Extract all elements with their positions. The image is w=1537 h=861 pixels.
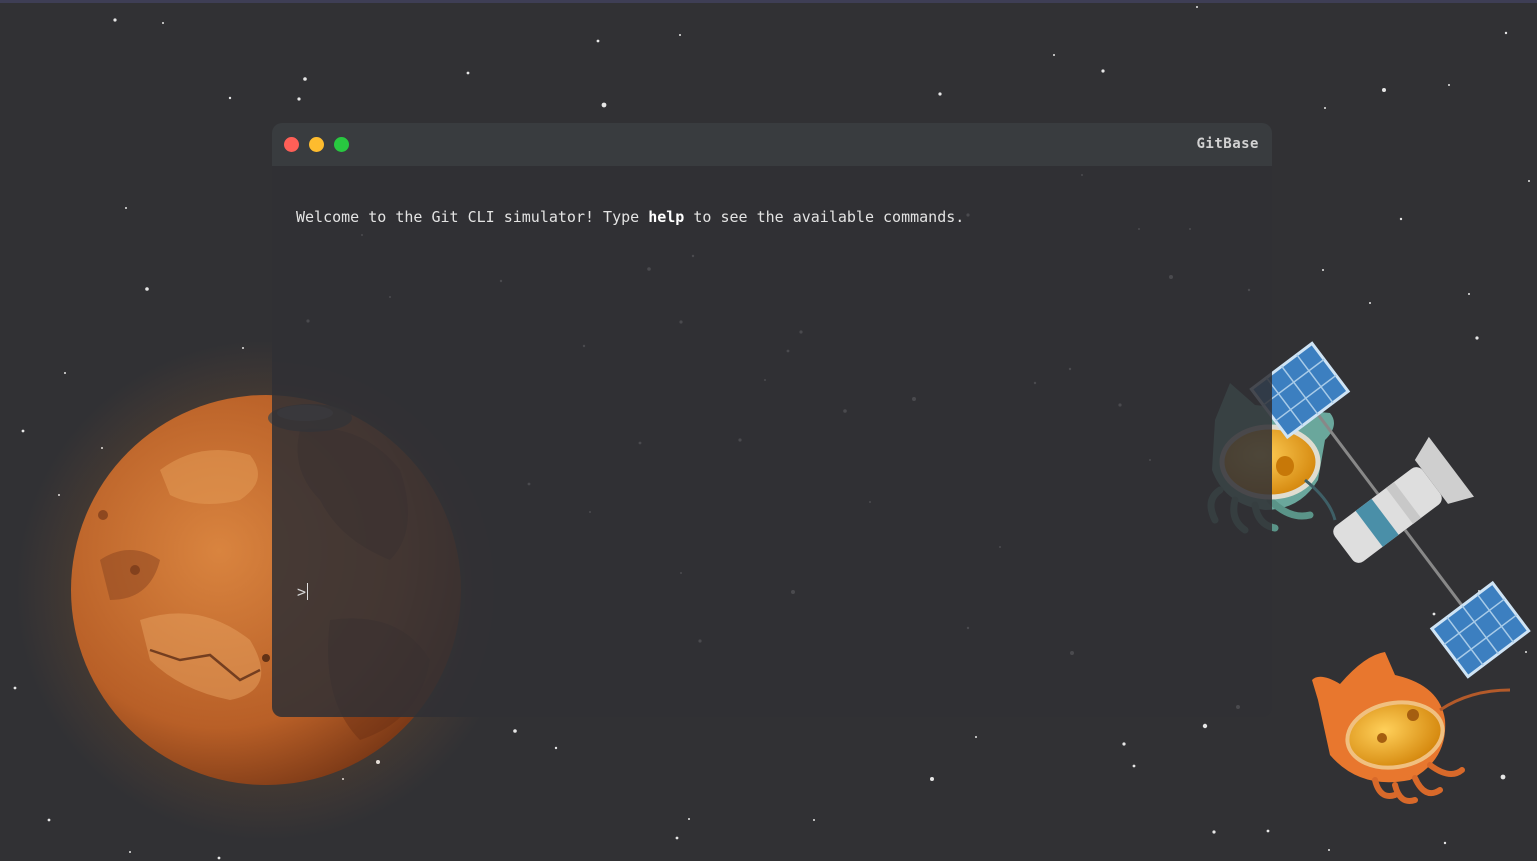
title-bar: GitBase: [272, 123, 1272, 166]
welcome-message: Welcome to the Git CLI simulator! Type h…: [296, 208, 964, 226]
terminal-window: GitBase Welcome to the Git CLI simulator…: [272, 123, 1272, 717]
command-prompt[interactable]: >: [297, 583, 1209, 601]
prompt-symbol: >: [297, 583, 307, 601]
help-command-highlight: help: [648, 208, 685, 226]
minimize-window-button[interactable]: [309, 137, 324, 152]
maximize-window-button[interactable]: [334, 137, 349, 152]
welcome-text-start: Welcome to the Git CLI simulator! Type: [296, 208, 649, 226]
welcome-text-end: to see the available commands.: [684, 208, 965, 226]
command-input[interactable]: [308, 583, 1209, 601]
close-window-button[interactable]: [284, 137, 299, 152]
window-title: GitBase: [1196, 136, 1259, 152]
octocat-astronaut-orange-icon: [1312, 652, 1511, 804]
